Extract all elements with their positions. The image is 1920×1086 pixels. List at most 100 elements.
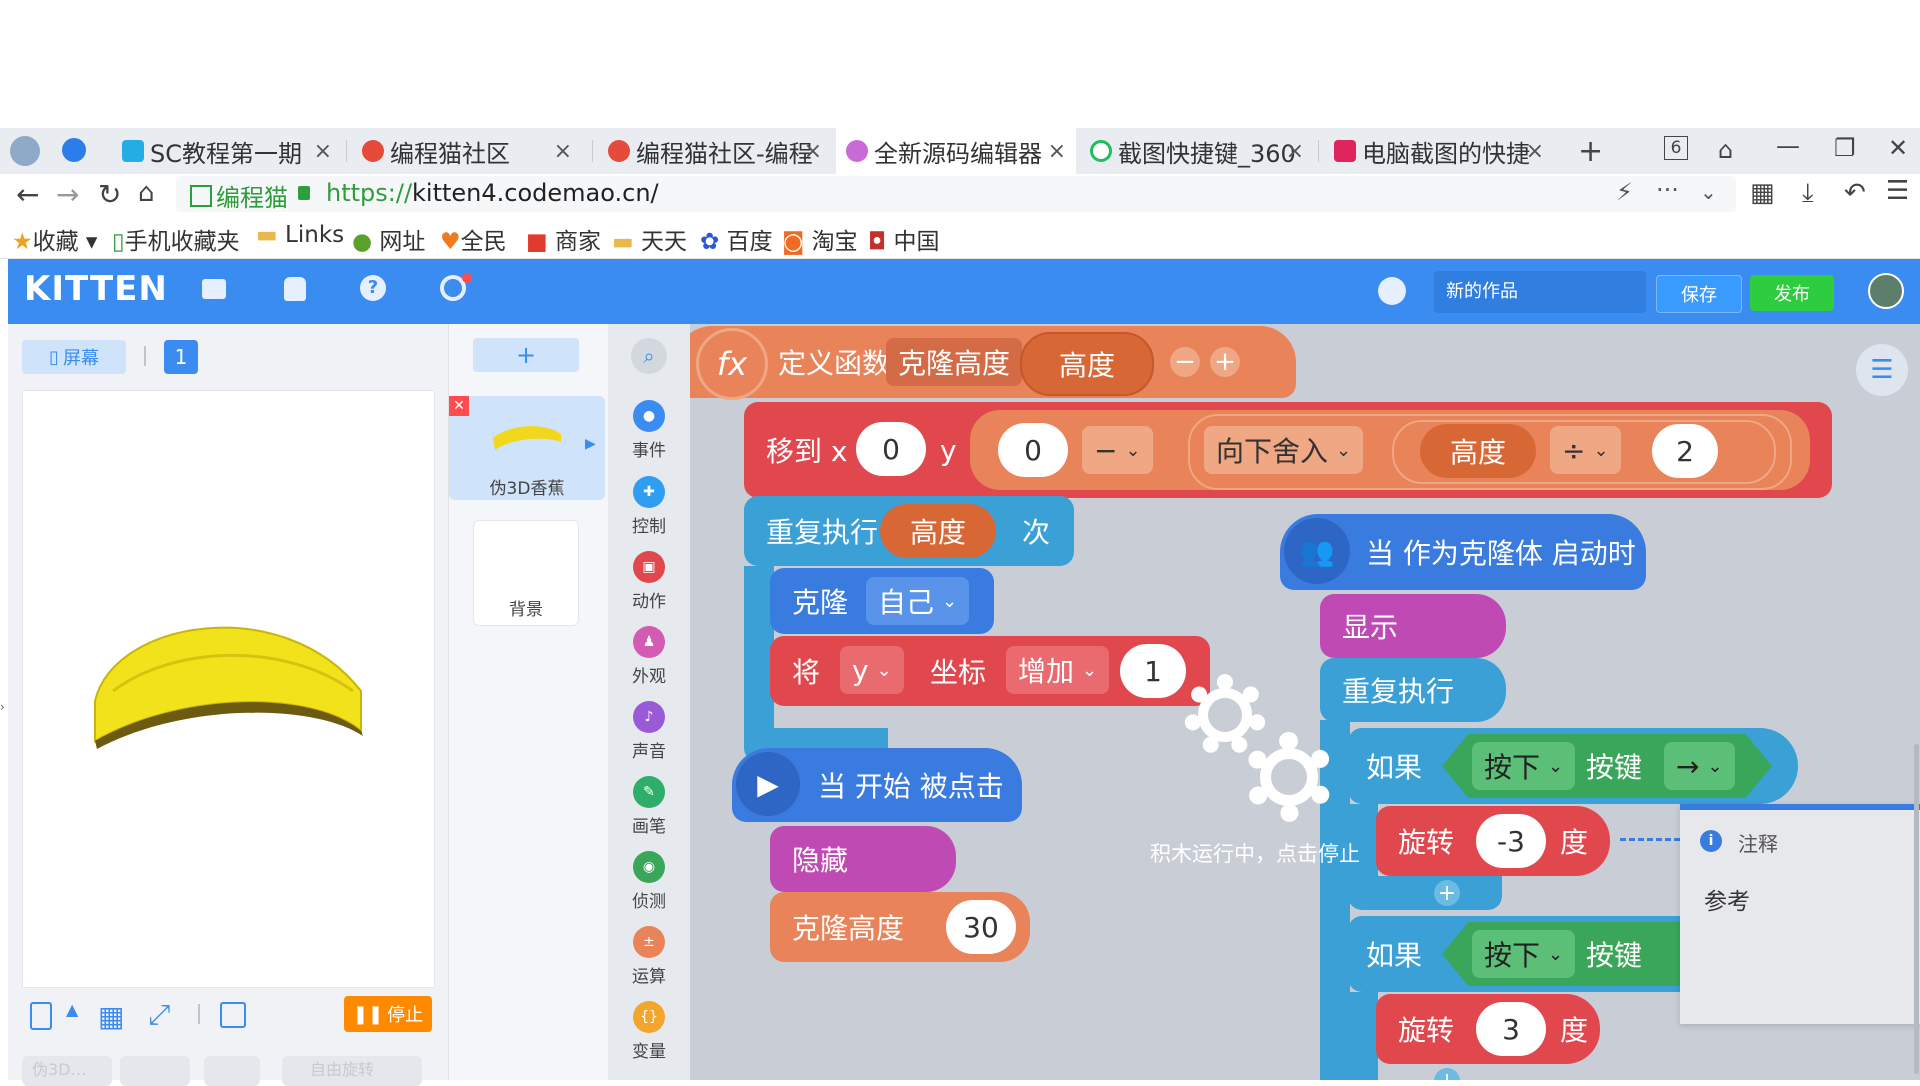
vertical-scrollbar[interactable] [1914,744,1919,1074]
when-start-clicked-block[interactable]: ▶ 当 开始 被点击 [732,748,1022,822]
user-avatar[interactable] [1868,273,1904,309]
hide-block[interactable]: 隐藏 [770,826,956,892]
chevron-up-icon[interactable]: ▲ [66,1000,78,1019]
category-sound[interactable]: ♪ 声音 [608,701,690,762]
clone-block[interactable]: 克隆 自己 ⌄ [770,568,994,634]
search-blocks-icon[interactable]: ⌕ [631,338,667,374]
delete-sprite-icon[interactable]: ✕ [449,396,469,416]
change-mode-dropdown[interactable]: 增加 ⌄ [1006,646,1110,694]
show-block[interactable]: 显示 [1320,594,1506,658]
lightning-icon[interactable]: ⚡ [1616,178,1633,206]
close-tab-icon[interactable]: × [1526,139,1544,164]
category-variables[interactable]: {} 变量 [608,1001,690,1062]
tab-screenshot-shortcut[interactable]: 电脑截图的快捷 × [1324,128,1554,174]
close-tab-icon[interactable]: × [314,139,332,164]
backpack-icon[interactable] [284,277,306,301]
close-window-icon[interactable]: ✕ [1888,134,1908,162]
minus-operator-dropdown[interactable]: − ⌄ [1082,426,1153,474]
grid-icon[interactable]: ▦ [98,1000,124,1033]
add-block-button[interactable]: + [1434,1068,1460,1080]
key-pressed-condition[interactable]: 按下 ⌄ 按键 → ⌄ [1442,734,1772,798]
sprite-card-banana[interactable]: ✕ 伪3D香蕉 ▶ [449,396,605,500]
chevron-down-icon[interactable]: ⌄ [1700,180,1717,204]
download-icon[interactable]: ⤓ [1802,178,1814,209]
tab-codemao-community-2[interactable]: 编程猫社区-编程 × [598,128,832,174]
publish-button[interactable]: 发布 [1750,275,1834,311]
clone-target-dropdown[interactable]: 自己 ⌄ [866,577,970,625]
divisor-input[interactable]: 2 [1652,424,1718,478]
round-down-expression[interactable]: 向下舍入 ⌄ 高度 ÷ ⌄ 2 [1188,414,1792,490]
function-name-field[interactable]: 克隆高度 [886,338,1023,386]
close-tab-icon[interactable]: × [1048,139,1066,164]
repeat-count-height[interactable]: 高度 [880,504,996,558]
close-tab-icon[interactable]: × [804,139,822,164]
bookmark-mobile[interactable]: ▯手机收藏夹 [112,222,240,256]
category-operators[interactable]: ± 运算 [608,926,690,987]
category-control[interactable]: ✚ 控制 [608,476,690,537]
category-motion[interactable]: ▣ 动作 [608,551,690,612]
tab-kitten-editor[interactable]: 全新源码编辑器 × [836,128,1076,174]
close-tab-icon[interactable]: × [554,139,572,164]
bookmark-links[interactable]: ▬ Links [256,222,344,248]
category-pen[interactable]: ✎ 画笔 [608,776,690,837]
round-mode-dropdown[interactable]: 向下舍入 ⌄ [1204,426,1364,474]
if-key-pressed-block-1[interactable]: 如果 按下 ⌄ 按键 → ⌄ [1348,728,1798,804]
bookmark-merchant[interactable]: ■ 商家 [526,222,601,256]
new-tab-button[interactable]: + [1578,134,1603,169]
play-screen-icon[interactable] [220,1002,246,1028]
browser-avatar[interactable] [10,136,40,166]
key-dropdown[interactable]: → ⌄ [1664,742,1735,790]
shirt-icon[interactable]: ⌂ [1718,136,1733,164]
call-clone-height-block[interactable]: 克隆高度 30 [770,892,1030,962]
bookmark-tiantian[interactable]: ▬ 天天 [612,222,687,256]
tab-count-badge[interactable]: 6 [1664,136,1688,160]
reload-icon[interactable]: ↻ [98,178,121,211]
param-height-ref[interactable]: 高度 [1420,424,1536,478]
save-button[interactable]: 保存 [1656,275,1742,313]
add-collaborator-icon[interactable] [1378,277,1406,305]
screen-button[interactable]: ▯ 屏幕 [22,340,126,374]
define-function-block[interactable]: fx 定义函数 克隆高度 高度 − + [690,326,1296,400]
restore-icon[interactable]: ❐ [1834,134,1856,162]
division-expression[interactable]: 高度 ÷ ⌄ 2 [1392,420,1776,484]
bookmark-quanmin[interactable]: ♥全民 [440,222,507,256]
category-looks[interactable]: ♟ 外观 [608,626,690,687]
tab-screenshot-360[interactable]: 截图快捷键_360 × [1080,128,1314,174]
chevron-right-icon[interactable]: ▶ [585,436,596,452]
stage-canvas[interactable] [22,390,435,988]
menu-icon[interactable]: ☰ [1886,176,1909,206]
forward-icon[interactable]: → [56,178,79,211]
sprite-card-background[interactable]: 背景 [473,520,579,626]
rotate-degree-input-2[interactable]: 3 [1476,1002,1546,1056]
x-input[interactable]: 0 [856,422,926,476]
undo-icon[interactable]: ↶ [1844,178,1866,208]
running-stop-hint[interactable]: 积木运行中，点击停止 [1150,838,1360,868]
clone-height-input[interactable]: 30 [946,900,1016,954]
running-indicator[interactable]: 积木运行中，点击停止 [1150,674,1380,874]
more-icon[interactable]: ··· [1656,176,1679,204]
fullscreen-icon[interactable]: ⤢ [148,998,170,1032]
tab-sc-tutorial[interactable]: SC教程第一期 × [112,128,342,174]
change-coordinate-block[interactable]: 将 y ⌄ 坐标 增加 ⌄ 1 [770,636,1210,706]
url-field[interactable]: 编程猫 https://kitten4.codemao.cn/ ⚡ ··· ⌄ [176,176,1736,212]
left-edge-chevron-icon[interactable]: › [0,700,5,714]
bookmark-urls[interactable]: ● 网址 [352,222,425,256]
comment-body[interactable]: 参考 [1704,882,1750,916]
divide-operator-dropdown[interactable]: ÷ ⌄ [1550,426,1621,474]
add-block-button[interactable]: + [1434,880,1460,906]
bookmark-baidu[interactable]: ✿ 百度 [700,222,773,256]
back-icon[interactable]: ← [16,178,39,211]
y-input[interactable]: 0 [998,423,1068,477]
press-mode-dropdown[interactable]: 按下 ⌄ [1472,742,1576,790]
help-icon[interactable]: ? [360,275,386,301]
repeat-times-block[interactable]: 重复执行 高度 次 [744,496,1074,566]
when-clone-start-block[interactable]: 👥 当 作为克隆体 启动时 [1280,514,1646,590]
add-param-button[interactable]: + [1210,347,1240,377]
screen-number[interactable]: 1 [164,340,198,374]
close-tab-icon[interactable]: × [1286,139,1304,164]
axis-dropdown[interactable]: y ⌄ [840,646,904,694]
phone-layout-icon[interactable] [30,1002,52,1030]
minimize-icon[interactable]: — [1776,132,1800,160]
rotate-block-1[interactable]: 旋转 -3 度 [1376,806,1610,876]
comment-panel[interactable]: i 注释 参考 [1680,804,1920,1024]
